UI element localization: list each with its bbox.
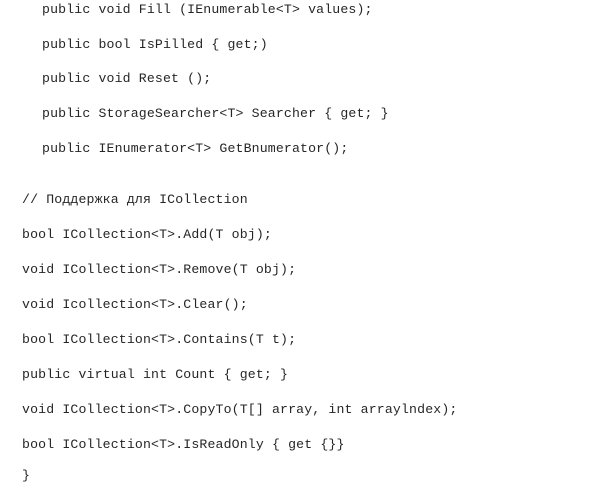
code-line-copyto: void ICollection<T>.CopyTo(T[] array, in… [22,402,458,417]
code-line-ispilled: public bool IsPilled { get;) [42,37,268,52]
code-line-remove: void ICollection<T>.Remove(T obj); [22,262,297,277]
code-line-contains: bool ICollection<T>.Contains(T t); [22,332,297,347]
code-line-closing-brace: } [22,468,31,483]
code-line-comment-icollection: // Поддержка для ICollection [22,192,248,207]
code-line-fill: public void Fill (IEnumerable<T> values)… [42,2,373,17]
code-listing-page: public void Fill (IEnumerable<T> values)… [0,0,596,500]
code-line-clear: void Icollection<T>.Clear(); [22,297,248,312]
code-line-add: bool ICollection<T>.Add(T obj); [22,227,272,242]
code-line-isreadonly: bool ICollection<T>.IsReadOnly { get {}} [22,437,345,452]
code-line-searcher: public StorageSearcher<T> Searcher { get… [42,106,389,121]
code-line-count: public virtual int Count { get; } [22,367,289,382]
code-line-getbnumerator: public IEnumerator<T> GetBnumerator(); [42,141,349,156]
code-line-reset: public void Reset (); [42,71,212,86]
